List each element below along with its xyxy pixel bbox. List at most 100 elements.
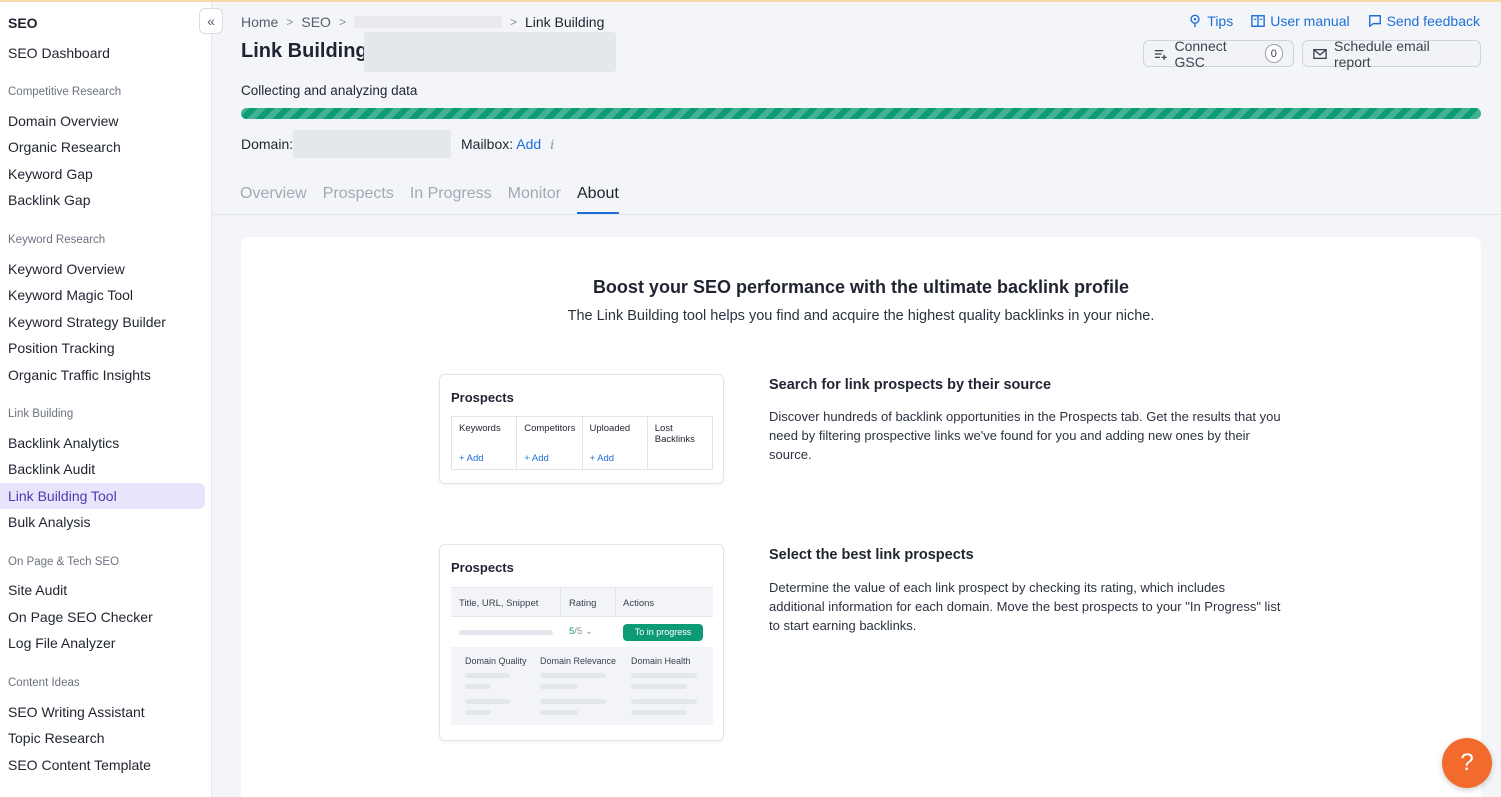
sidebar-item-keyword-overview[interactable]: Keyword Overview: [0, 256, 205, 282]
tabs: Overview Prospects In Progress Monitor A…: [240, 185, 619, 214]
sidebar-group-link-building: Link Building: [8, 408, 74, 420]
schedule-email-report-label: Schedule email report: [1333, 37, 1430, 70]
sidebar-item-position-tracking[interactable]: Position Tracking: [0, 335, 205, 361]
connect-gsc-button[interactable]: Connect GSC 0: [1143, 38, 1294, 70]
page-title: Link Building:: [241, 40, 375, 62]
sidebar-item-seo-writing-assistant[interactable]: SEO Writing Assistant: [0, 699, 205, 725]
domain-health-label: Domain Health: [631, 656, 691, 666]
domain-value-redacted: [293, 130, 451, 158]
sidebar-item-log-file-analyzer[interactable]: Log File Analyzer: [0, 630, 205, 656]
envelope-icon: [1313, 48, 1327, 59]
breadcrumb: Home > SEO > > Link Building: [241, 14, 604, 30]
chevron-right-icon: >: [509, 15, 517, 29]
placeholder-bar: [631, 699, 697, 704]
collecting-status: Collecting and analyzing data: [241, 83, 418, 98]
user-manual-link[interactable]: User manual: [1251, 13, 1350, 29]
domain-details-panel: Domain Quality Domain Relevance Domain H…: [451, 647, 713, 725]
chevron-down-icon: ⌄: [584, 626, 593, 637]
column-rating: Rating: [569, 598, 597, 609]
sidebar-item-topic-research[interactable]: Topic Research: [0, 725, 205, 751]
placeholder-bar: [540, 673, 606, 678]
sidebar-item-keyword-magic-tool[interactable]: Keyword Magic Tool: [0, 282, 205, 308]
placeholder-bar: [465, 710, 491, 715]
placeholder-bar: [631, 710, 687, 715]
mailbox-add-link[interactable]: Add: [516, 136, 541, 152]
domain-quality-label: Domain Quality: [465, 656, 527, 666]
info-icon[interactable]: i: [550, 138, 554, 153]
tips-label: Tips: [1207, 13, 1234, 29]
top-accent-line: [0, 0, 1501, 2]
prospects-table-header: Title, URL, Snippet Rating Actions: [451, 587, 713, 618]
collapse-sidebar-icon[interactable]: «: [199, 8, 223, 34]
about-subline: The Link Building tool helps you find an…: [567, 308, 1155, 324]
tabs-divider: [212, 214, 1501, 215]
sidebar-item-keyword-gap[interactable]: Keyword Gap: [0, 161, 205, 187]
source-add-link: + Add: [459, 453, 484, 464]
source-col-keywords: Keywords + Add: [452, 417, 518, 469]
sidebar-group-keyword: Keyword Research: [8, 234, 106, 246]
speech-bubble-icon: [1368, 15, 1381, 27]
sidebar-title: SEO: [8, 15, 38, 31]
to-in-progress-button: To in progress: [623, 624, 703, 641]
sidebar-group-competitive: Competitive Research: [8, 86, 122, 98]
tab-monitor[interactable]: Monitor: [508, 185, 561, 214]
placeholder-bar: [540, 699, 606, 704]
feature-search-title: Search for link prospects by their sourc…: [769, 377, 1052, 393]
sidebar-item-organic-traffic-insights[interactable]: Organic Traffic Insights: [0, 362, 205, 388]
source-col-uploaded: Uploaded + Add: [583, 417, 648, 469]
sidebar-item-on-page-seo-checker[interactable]: On Page SEO Checker: [0, 604, 205, 630]
source-add-link: + Add: [589, 453, 615, 464]
schedule-email-report-button[interactable]: Schedule email report: [1302, 37, 1481, 70]
sidebar-item-seo-dashboard[interactable]: SEO Dashboard: [0, 40, 205, 66]
breadcrumb-domain-redacted[interactable]: [353, 16, 502, 28]
breadcrumb-seo[interactable]: SEO: [301, 14, 331, 30]
user-manual-label: User manual: [1270, 13, 1350, 29]
feature-search-text: Discover hundreds of backlink opportunit…: [769, 409, 1281, 462]
feature-select-text: Determine the value of each link prospec…: [769, 580, 1281, 633]
sidebar-item-keyword-strategy-builder[interactable]: Keyword Strategy Builder: [0, 309, 205, 335]
column-divider: [615, 588, 616, 618]
domain-label: Domain:: [241, 136, 294, 152]
sidebar-item-domain-overview[interactable]: Domain Overview: [0, 108, 205, 134]
tab-in-progress[interactable]: In Progress: [410, 185, 492, 214]
tab-about[interactable]: About: [577, 185, 619, 214]
sidebar-item-site-audit[interactable]: Site Audit: [0, 577, 205, 603]
sidebar-item-backlink-analytics[interactable]: Backlink Analytics: [0, 430, 205, 456]
placeholder-bar: [540, 710, 578, 715]
placeholder-bar: [465, 699, 510, 704]
source-add-link: + Add: [524, 453, 549, 464]
sidebar-item-link-building-tool[interactable]: Link Building Tool: [0, 483, 205, 509]
illustration-title: Prospects: [451, 560, 514, 575]
sidebar-item-backlink-gap[interactable]: Backlink Gap: [0, 187, 205, 213]
mailbox-label: Mailbox:: [461, 136, 514, 152]
tab-prospects[interactable]: Prospects: [323, 185, 394, 214]
prospects-sources-illustration: Prospects Keywords + Add Competitors + A…: [439, 374, 724, 484]
placeholder-bar: [631, 673, 697, 678]
send-feedback-link[interactable]: Send feedback: [1368, 13, 1480, 29]
tab-overview[interactable]: Overview: [240, 185, 307, 214]
sidebar-item-seo-content-template[interactable]: SEO Content Template: [0, 752, 205, 778]
source-columns-table: Keywords + Add Competitors + Add Uploade…: [451, 416, 713, 470]
placeholder-bar: [465, 673, 510, 678]
source-col-competitors: Competitors + Add: [517, 417, 583, 469]
source-col-label: Lost Backlinks: [654, 423, 695, 445]
mailbox-row: Mailbox: Add i: [461, 136, 554, 153]
sidebar-item-bulk-analysis[interactable]: Bulk Analysis: [0, 509, 205, 535]
placeholder-bar: [459, 630, 553, 635]
placeholder-bar: [465, 684, 491, 689]
tips-link[interactable]: Tips: [1188, 13, 1233, 29]
rating-value: 5/5 ⌄: [569, 626, 593, 637]
illustration-title: Prospects: [451, 390, 514, 405]
chevron-right-icon: >: [286, 15, 294, 29]
column-actions: Actions: [623, 598, 655, 609]
send-feedback-label: Send feedback: [1386, 13, 1480, 29]
sidebar-item-organic-research[interactable]: Organic Research: [0, 134, 205, 160]
feature-select-title: Select the best link prospects: [769, 547, 974, 563]
sidebar-group-content-ideas: Content Ideas: [8, 677, 80, 689]
sidebar-item-backlink-audit[interactable]: Backlink Audit: [0, 456, 205, 482]
breadcrumb-home[interactable]: Home: [241, 14, 278, 30]
help-button[interactable]: ?: [1442, 738, 1492, 788]
source-col-label: Uploaded: [589, 423, 631, 434]
lightbulb-icon: [1190, 14, 1200, 28]
chevron-right-icon: >: [338, 15, 346, 29]
